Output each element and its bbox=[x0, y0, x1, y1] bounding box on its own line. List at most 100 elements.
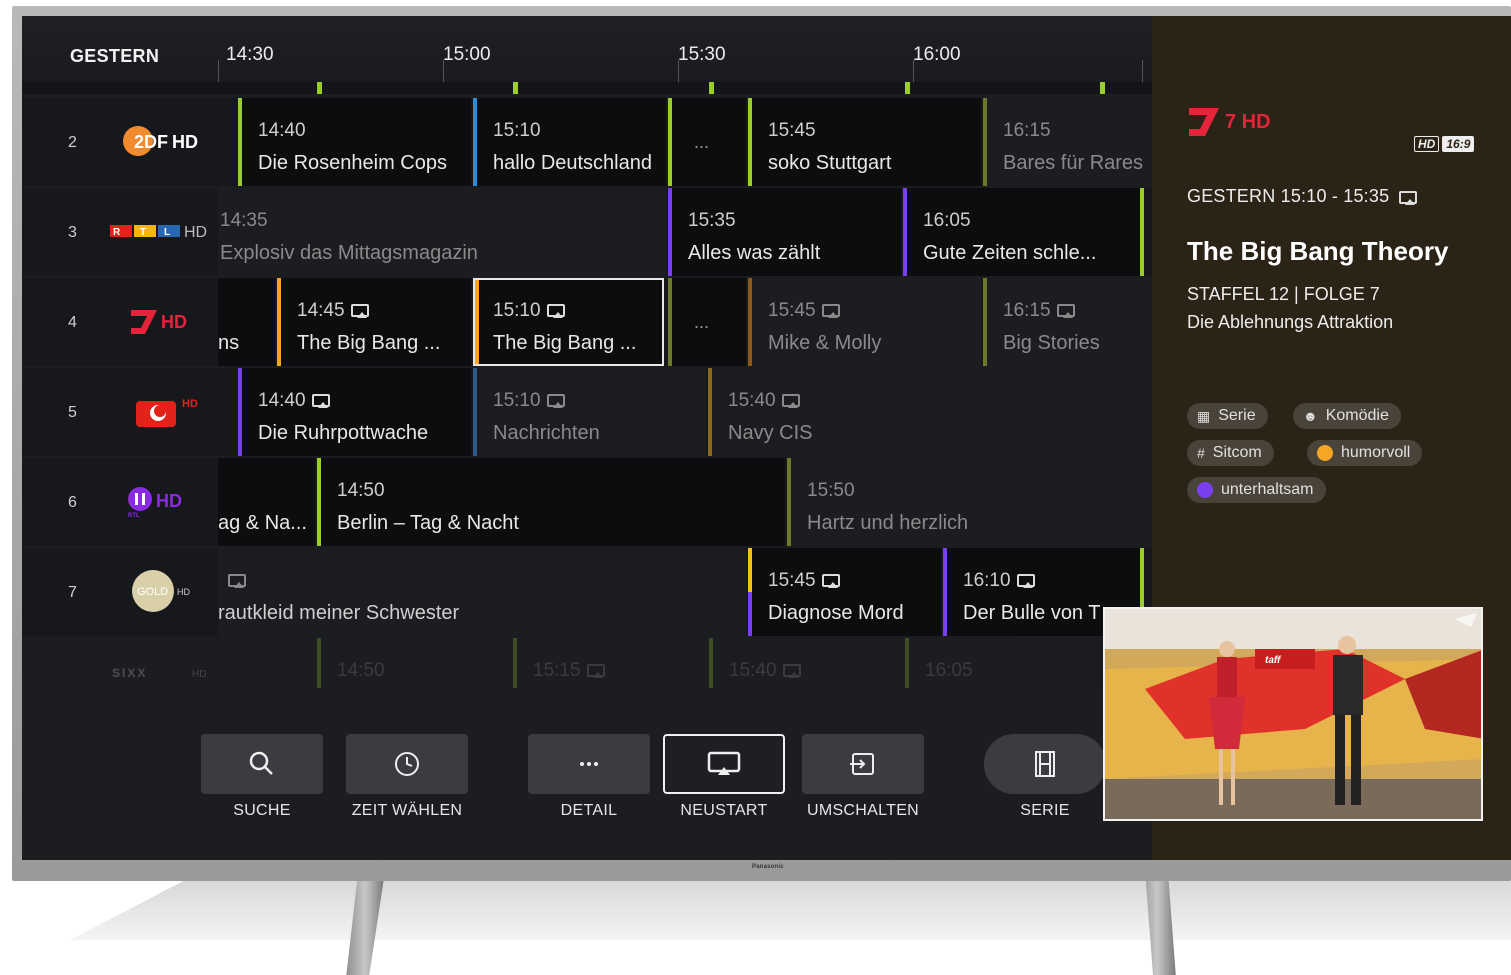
replay-icon bbox=[1399, 190, 1418, 205]
switch-icon bbox=[850, 753, 874, 775]
time-tick: 15:30 bbox=[678, 44, 726, 65]
program-cell[interactable]: ns bbox=[218, 278, 275, 366]
channel-row[interactable]: 3 R T L HD 14:35 Explosiv das Mittagsmag… bbox=[22, 188, 1152, 276]
switch-button[interactable] bbox=[802, 734, 924, 794]
svg-text:HD: HD bbox=[184, 224, 207, 241]
program-cell[interactable]: 15:40 Navy CIS bbox=[708, 368, 1152, 456]
channel-row[interactable]: 2 2DF HD 14:40 Die Rosenheim Cops 15:10 … bbox=[22, 98, 1152, 186]
tag-humorvoll[interactable]: humorvoll bbox=[1307, 440, 1423, 466]
svg-text:T: T bbox=[140, 227, 146, 238]
program-cell[interactable]: rautkleid meiner Schwester bbox=[218, 548, 746, 636]
channel-row[interactable]: 6 HD RTL ag & Na... 14:50 Berlin – Tag &… bbox=[22, 458, 1152, 546]
svg-text:HD: HD bbox=[161, 312, 187, 332]
channel-row[interactable]: 5 HD 14:40 Die Ruhrpottwache 15:10 Nachr… bbox=[22, 368, 1152, 456]
program-title: Alles was zählt bbox=[688, 242, 821, 264]
program-cell[interactable]: 16:15 Big Stories bbox=[983, 278, 1152, 366]
program-cell[interactable]: 16:15 Bares für Rares bbox=[983, 98, 1152, 186]
program-cell[interactable]: 14:45 The Big Bang ... bbox=[277, 278, 471, 366]
program-time: 14:35 bbox=[220, 210, 268, 231]
channel-number: 2 bbox=[68, 134, 77, 151]
broadcast-time: GESTERN 15:10 - 15:35 bbox=[1187, 186, 1418, 207]
zdf-logo: 2DF HD bbox=[106, 118, 218, 164]
program-time: 14:40 bbox=[258, 120, 306, 141]
search-button[interactable] bbox=[201, 734, 323, 794]
program-cell[interactable]: 14:40 Die Ruhrpottwache bbox=[238, 368, 471, 456]
more-icon bbox=[580, 762, 598, 766]
program-cell[interactable]: 15:45 Mike & Molly bbox=[748, 278, 981, 366]
channel-number: 3 bbox=[68, 224, 77, 241]
svg-text:2DF: 2DF bbox=[134, 132, 168, 152]
format-badges: HD 16:9 bbox=[1414, 136, 1475, 152]
program-time: 14:40 bbox=[258, 390, 330, 412]
program-bar bbox=[1140, 188, 1144, 276]
channel-row[interactable]: 7 GOLD HD rautkleid meiner Schwester 15:… bbox=[22, 548, 1152, 636]
program-cell[interactable]: 15:10 hallo Deutschland bbox=[473, 98, 666, 186]
tag-unterhaltsam[interactable]: unterhaltsam bbox=[1187, 477, 1326, 503]
program-cell[interactable]: 15:35 Alles was zählt bbox=[668, 188, 901, 276]
program-cell[interactable]: 15:50 Hartz und herzlich bbox=[787, 458, 1152, 546]
replay-icon bbox=[350, 304, 369, 319]
program-cell-more[interactable]: ... bbox=[668, 278, 746, 366]
program-time: 16:10 bbox=[963, 570, 1035, 592]
program-cell[interactable]: 16:05 bbox=[905, 638, 1099, 688]
program-title: The Big Bang ... bbox=[493, 332, 637, 354]
series-button[interactable] bbox=[984, 734, 1106, 794]
program-time: 15:50 bbox=[807, 480, 855, 501]
program-time: 15:45 bbox=[768, 300, 840, 322]
program-cell[interactable]: 14:50 Berlin – Tag & Nacht bbox=[317, 458, 785, 546]
program-time: 14:50 bbox=[337, 480, 385, 501]
timeline-marker bbox=[317, 82, 322, 94]
mood-dot bbox=[1317, 445, 1333, 461]
episode-title: Die Ablehnungs Attraktion bbox=[1187, 312, 1394, 332]
replay-icon bbox=[228, 574, 246, 589]
program-cell-more[interactable]: ... bbox=[668, 98, 746, 186]
svg-text:R: R bbox=[113, 227, 121, 238]
choose-time-button[interactable] bbox=[346, 734, 468, 794]
program-cell[interactable]: 15:15 bbox=[513, 638, 707, 688]
program-cell[interactable]: 14:50 bbox=[317, 638, 511, 688]
timeline-marker bbox=[1100, 82, 1105, 94]
more-dots: ... bbox=[694, 132, 710, 152]
program-title: soko Stuttgart bbox=[768, 152, 892, 174]
program-cell[interactable]: 15:45 Diagnose Mord bbox=[748, 548, 941, 636]
replay-icon bbox=[586, 664, 605, 679]
program-time: 15:40 bbox=[729, 660, 801, 682]
tv-brand-label: Panasonic bbox=[752, 864, 784, 870]
program-time: 16:15 bbox=[1003, 120, 1051, 141]
channel-row[interactable]: 4 HD ns 14:45 The Big Bang ... 15:10 The… bbox=[22, 278, 1152, 366]
program-cell[interactable]: ag & Na... bbox=[218, 458, 315, 546]
tag-serie[interactable]: ▦ Serie bbox=[1187, 403, 1268, 429]
search-label: SUCHE bbox=[233, 802, 291, 819]
detail-button[interactable] bbox=[528, 734, 650, 794]
program-cell[interactable]: 14:40 Die Rosenheim Cops bbox=[238, 98, 471, 186]
switch-label: UMSCHALTEN bbox=[806, 802, 920, 819]
program-cell[interactable]: 15:40 bbox=[709, 638, 903, 688]
program-time: 14:45 bbox=[297, 300, 369, 322]
prosieben-logo: HD bbox=[106, 298, 218, 344]
search-icon bbox=[249, 751, 273, 775]
program-cell[interactable]: 15:45 soko Stuttgart bbox=[748, 98, 981, 186]
program-title: Hartz und herzlich bbox=[807, 512, 969, 534]
svg-text:HD: HD bbox=[156, 491, 182, 511]
svg-text:RTL: RTL bbox=[128, 513, 140, 519]
tag-sitcom[interactable]: # Sitcom bbox=[1187, 440, 1274, 466]
program-cell-selected[interactable]: 15:10 The Big Bang ... bbox=[473, 278, 664, 366]
hd-badge: HD bbox=[1414, 136, 1440, 152]
program-cell[interactable]: 15:10 Nachrichten bbox=[473, 368, 706, 456]
svg-text:HD: HD bbox=[172, 132, 198, 152]
replay-icon bbox=[1056, 304, 1075, 319]
program-time: 15:10 bbox=[493, 390, 565, 412]
channel-row[interactable]: SIXX HD 14:50 15:15 15:40 16:05 bbox=[22, 638, 1152, 688]
tag-komoedie[interactable]: ☻ Komödie bbox=[1293, 403, 1401, 429]
program-time: 15:40 bbox=[728, 390, 800, 412]
live-preview-video[interactable]: taff bbox=[1103, 607, 1483, 821]
hash-icon: # bbox=[1197, 445, 1205, 461]
program-title: ag & Na... bbox=[218, 512, 307, 534]
aspect-badge: 16:9 bbox=[1442, 136, 1475, 152]
replay-icon bbox=[1016, 574, 1035, 589]
restart-button[interactable] bbox=[663, 734, 785, 794]
choose-time-label: ZEIT WÄHLEN bbox=[351, 802, 463, 819]
program-cell[interactable]: 16:05 Gute Zeiten schle... bbox=[903, 188, 1140, 276]
program-title: The Big Bang ... bbox=[297, 332, 441, 354]
program-cell[interactable]: 14:35 Explosiv das Mittagsmagazin bbox=[218, 188, 666, 276]
